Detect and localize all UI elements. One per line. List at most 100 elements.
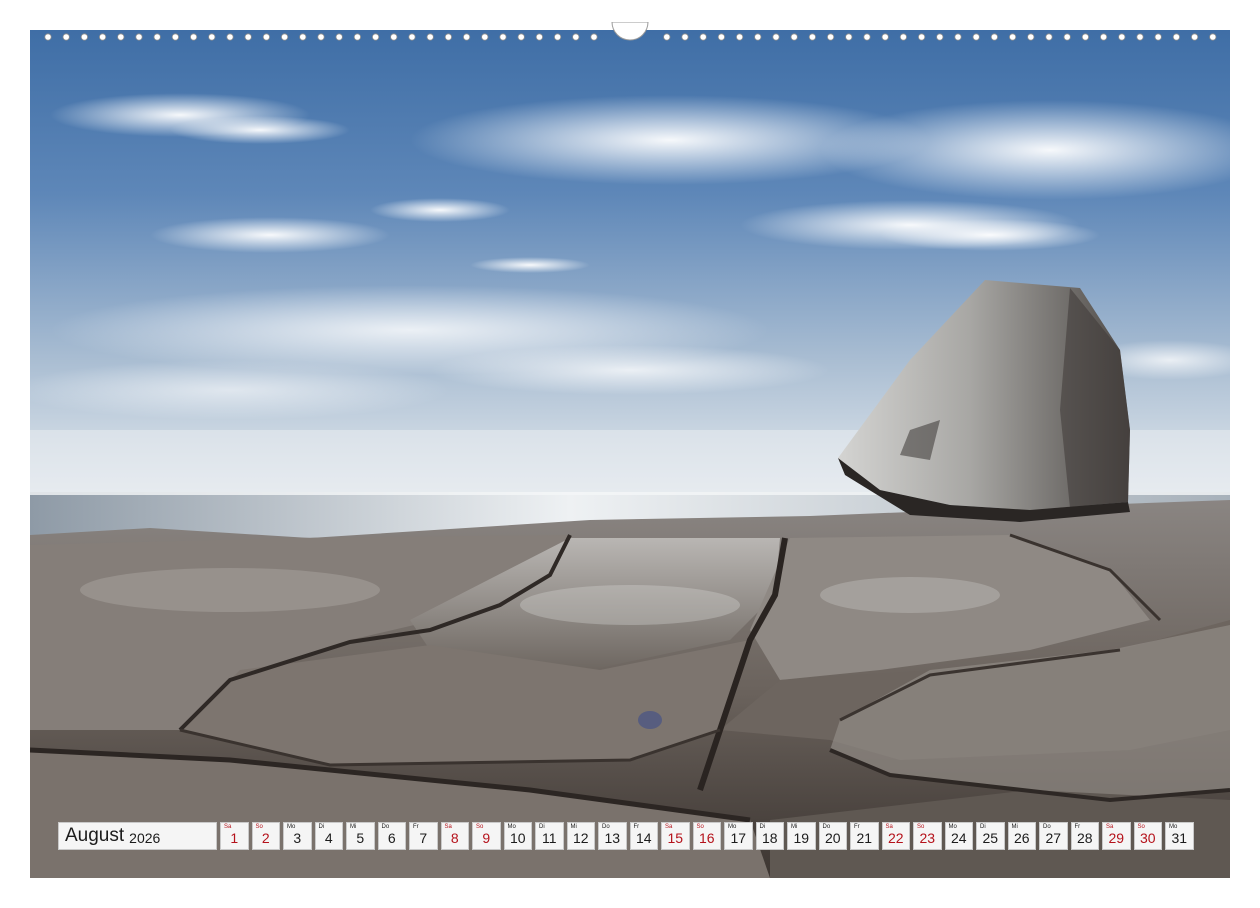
binding-hole [135,33,143,41]
hanger-notch [610,21,650,48]
day-cell: Mo 10 [503,822,532,850]
binding-hole [499,33,507,41]
day-cell: Di 4 [314,822,343,850]
binding-hole [1081,33,1090,41]
day-number: 28 [1076,830,1093,846]
binding-hole [954,33,962,41]
day-number: 20 [824,830,841,846]
day-number: 31 [1171,830,1188,846]
binding-hole [972,33,980,41]
day-cell: Mo 3 [283,822,312,850]
binding-hole [262,33,270,41]
day-number: 14 [635,830,652,846]
binding-hole [281,33,289,41]
binding-hole [371,33,380,41]
day-cell: Do 27 [1039,822,1068,850]
binding-hole [790,33,798,41]
binding-hole [1045,33,1053,41]
day-number: 8 [450,830,459,846]
binding-hole [1154,33,1162,41]
day-number: 16 [698,830,715,846]
day-number: 9 [482,830,491,846]
day-number: 19 [793,830,810,846]
day-number: 3 [293,830,302,846]
month-year: 2026 [129,829,161,846]
binding-hole [590,33,598,41]
day-number: 18 [761,830,778,846]
binding-hole [444,33,452,41]
day-cells: Sa 1 So 2 Mo 3 Di 4 Mi 5 Do 6 Fr 7 Sa 8 So 9 Mo 10 Di 11 Mi 12 D… [220,822,1194,850]
day-cell: Fr 7 [409,822,438,850]
binding-hole [681,33,689,41]
binding-hole [663,33,671,41]
binding-hole [117,33,125,41]
binding-hole [1063,33,1071,41]
binding-hole [1008,33,1017,41]
binding-hole [990,33,999,41]
binding-hole [572,33,580,41]
binding-hole [299,33,307,41]
day-cell: Sa 22 [881,822,910,850]
day-cell: Mi 12 [566,822,595,850]
day-number: 2 [261,830,270,846]
binding-hole [845,33,853,41]
day-number: 21 [856,830,873,846]
binding-hole [1136,33,1144,41]
binding-hole [44,33,52,41]
binding-hole [226,33,234,41]
binding-hole [881,33,889,41]
day-cell: So 9 [472,822,501,850]
day-number: 13 [604,830,621,846]
day-number: 29 [1108,830,1125,846]
day-number: 1 [230,830,239,846]
day-cell: Di 11 [535,822,564,850]
day-number: 22 [887,830,904,846]
binding-hole [1118,33,1126,41]
binding-hole [80,33,89,41]
binding-hole [535,33,543,41]
day-cell: So 23 [913,822,942,850]
binding-hole [99,33,107,41]
binding-hole [462,33,471,41]
day-cell: Mi 26 [1007,822,1036,850]
binding-hole [317,33,325,41]
binding-hole [1191,33,1199,41]
day-number: 24 [950,830,967,846]
day-cell: So 30 [1133,822,1162,850]
day-number: 30 [1139,830,1156,846]
day-number: 23 [919,830,936,846]
day-number: 10 [509,830,526,846]
binding-hole [1172,33,1181,41]
month-label: August 2026 [58,822,217,850]
binding-hole [717,33,726,41]
binding-hole [936,33,944,41]
binding-hole [826,33,835,41]
binding-hole [335,33,343,41]
day-cell: Sa 8 [440,822,469,850]
binding-hole [1027,33,1035,41]
coastal-rock-photo [30,30,1230,878]
day-number: 6 [387,830,396,846]
day-cell: So 16 [692,822,721,850]
binding-hole [863,33,871,41]
binding-hole [190,33,198,41]
binding-hole [754,33,762,41]
binding-hole [772,33,780,41]
binding-hole [208,33,216,41]
weekday-abbrev: Fr [413,824,419,830]
day-cell: Sa 29 [1102,822,1131,850]
binding-hole [735,33,744,41]
binding-hole [390,33,398,41]
day-number: 26 [1013,830,1030,846]
binding-hole [171,33,179,41]
day-cell: Mo 24 [944,822,973,850]
day-cell: Sa 15 [661,822,690,850]
binding-hole [899,33,908,41]
day-cell: Mo 17 [724,822,753,850]
day-number: 11 [541,830,557,846]
binding-hole [1100,33,1108,41]
day-cell: Fr 21 [850,822,879,850]
day-cell: Do 6 [377,822,406,850]
day-cell: Di 25 [976,822,1005,850]
binding-hole [408,33,416,41]
